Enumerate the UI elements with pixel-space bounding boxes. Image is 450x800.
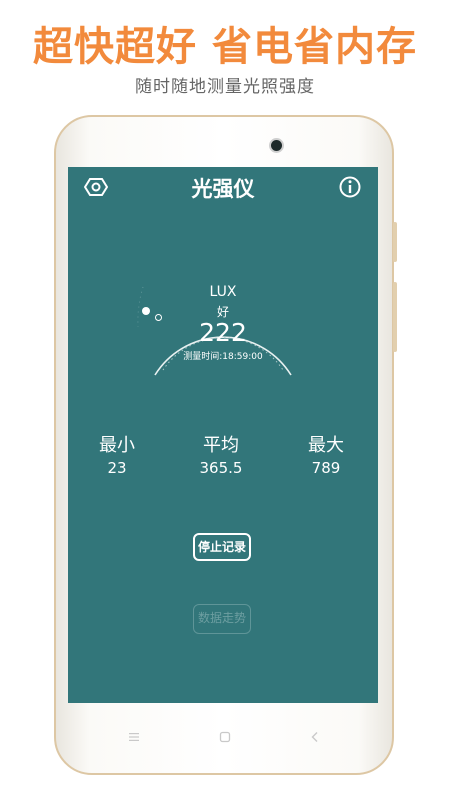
power-button — [393, 282, 397, 352]
app-screen: 光强仪 LUX 好 222 测量时间:18:59:00 最小 23 平均 365… — [68, 167, 378, 703]
home-key-icon — [219, 731, 231, 746]
gauge-unit: LUX — [209, 284, 237, 300]
stat-max: 最大 789 — [281, 431, 371, 477]
stat-avg-value: 365.5 — [199, 459, 243, 477]
volume-button — [393, 222, 397, 262]
stat-avg-label: 平均 — [203, 435, 239, 456]
stop-record-button[interactable]: 停止记录 — [193, 533, 251, 561]
measure-time-label: 测量时间:18:59:00 — [183, 352, 263, 362]
stat-avg: 平均 365.5 — [176, 431, 266, 477]
gauge-lux-value: 222 — [199, 318, 247, 347]
stat-max-value: 789 — [311, 459, 341, 477]
stat-min-value: 23 — [107, 459, 127, 477]
stat-min-label: 最小 — [99, 435, 135, 456]
info-icon[interactable] — [338, 175, 362, 199]
stat-max-label: 最大 — [308, 435, 344, 456]
back-key-icon — [309, 731, 321, 746]
data-trend-button[interactable]: 数据走势 — [193, 604, 251, 634]
promo-subtitle: 随时随地测量光照强度 — [135, 77, 315, 97]
menu-key-icon — [128, 731, 140, 746]
app-title: 光强仪 — [191, 177, 255, 201]
promo-headline: 超快超好 省电省内存 — [33, 24, 417, 70]
stat-min: 最小 23 — [72, 431, 162, 477]
front-camera — [271, 140, 282, 151]
